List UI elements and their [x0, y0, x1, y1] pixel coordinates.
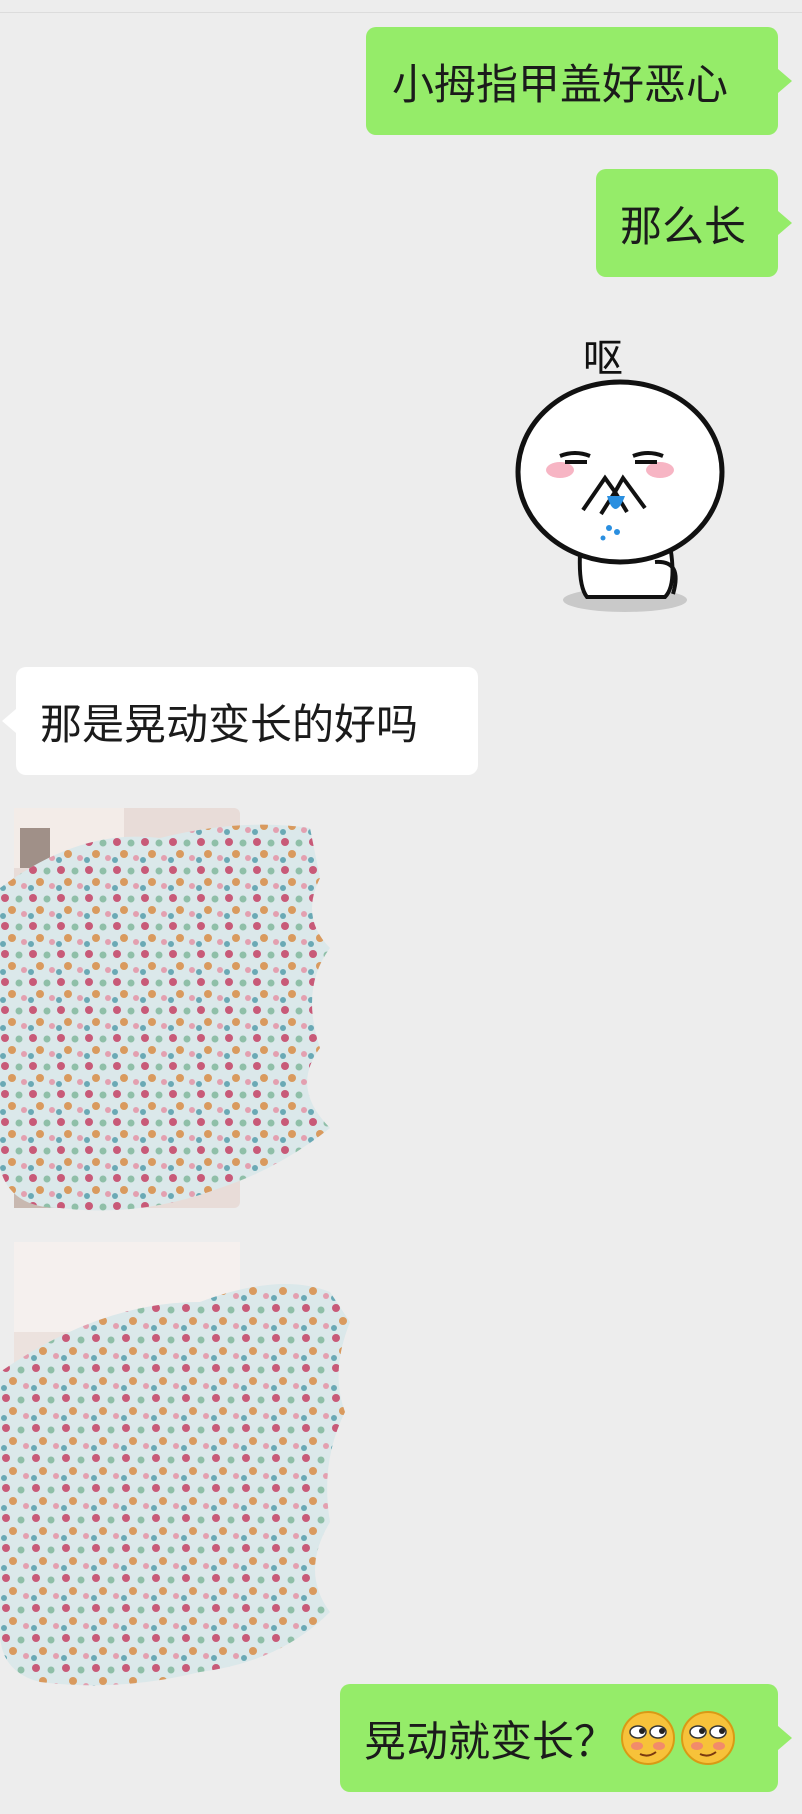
outgoing-message-bubble[interactable]: 那么长	[596, 169, 792, 277]
vomit-sticker[interactable]: 呕	[505, 332, 745, 632]
outgoing-message-bubble[interactable]: 晃动就变长？	[340, 1684, 792, 1792]
message-text: 晃动就变长？	[364, 1716, 617, 1766]
redacted-photo[interactable]	[0, 1242, 360, 1692]
incoming-message-bubble[interactable]: 那是晃动变长的好吗	[2, 667, 478, 775]
message-text: 小拇指甲盖好恶心	[392, 59, 729, 109]
outgoing-message-bubble[interactable]: 小拇指甲盖好恶心	[366, 27, 792, 135]
smirk-emoji-icon	[621, 1711, 676, 1765]
sticker-caption: 呕	[583, 336, 623, 382]
redacted-photo[interactable]	[0, 808, 340, 1228]
smirk-emoji-icon	[681, 1711, 736, 1765]
message-text: 那么长	[620, 201, 747, 251]
message-text: 那是晃动变长的好吗	[40, 699, 419, 749]
top-divider	[0, 0, 802, 13]
